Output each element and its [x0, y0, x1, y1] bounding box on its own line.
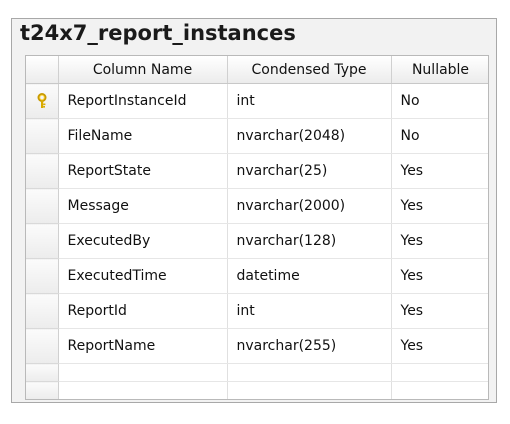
- nullable-cell[interactable]: Yes: [391, 293, 488, 329]
- columns-table: Column Name Condensed Type Nullable Repo…: [26, 56, 488, 399]
- empty-cell[interactable]: [391, 381, 488, 399]
- column-name-cell[interactable]: ExecutedTime: [58, 258, 228, 294]
- table-row[interactable]: ReportInstanceId int No: [26, 83, 488, 119]
- column-name-cell[interactable]: ReportId: [58, 293, 228, 329]
- diagram-canvas: t24x7_report_instances Column Name Conde…: [0, 0, 510, 424]
- type-cell[interactable]: datetime: [227, 258, 392, 294]
- row-selector[interactable]: [26, 258, 59, 294]
- table-title: t24x7_report_instances: [20, 21, 296, 45]
- row-selector[interactable]: [26, 328, 59, 364]
- empty-cell[interactable]: [58, 363, 228, 382]
- nullable-cell[interactable]: Yes: [391, 258, 488, 294]
- row-selector[interactable]: [26, 118, 59, 154]
- table-row[interactable]: FileName nvarchar(2048) No: [26, 118, 488, 154]
- row-selector[interactable]: [26, 83, 59, 119]
- header-row: Column Name Condensed Type Nullable: [26, 56, 488, 84]
- nullable-cell[interactable]: Yes: [391, 223, 488, 259]
- empty-cell[interactable]: [58, 381, 228, 399]
- column-name-cell[interactable]: ReportInstanceId: [58, 83, 228, 119]
- empty-row[interactable]: [26, 381, 488, 399]
- empty-cell[interactable]: [227, 381, 392, 399]
- type-cell[interactable]: nvarchar(128): [227, 223, 392, 259]
- column-name-cell[interactable]: Message: [58, 188, 228, 224]
- column-name-header[interactable]: Column Name: [58, 56, 228, 84]
- column-name-cell[interactable]: ReportName: [58, 328, 228, 364]
- table-row[interactable]: ReportId int Yes: [26, 293, 488, 329]
- row-selector[interactable]: [26, 223, 59, 259]
- row-selector[interactable]: [26, 153, 59, 189]
- type-cell[interactable]: nvarchar(255): [227, 328, 392, 364]
- nullable-header[interactable]: Nullable: [391, 56, 488, 84]
- table-row[interactable]: ExecutedBy nvarchar(128) Yes: [26, 223, 488, 259]
- type-cell[interactable]: int: [227, 83, 392, 119]
- row-selector[interactable]: [26, 363, 59, 382]
- nullable-cell[interactable]: Yes: [391, 153, 488, 189]
- nullable-cell[interactable]: No: [391, 83, 488, 119]
- key-icon: [37, 93, 47, 108]
- column-name-cell[interactable]: FileName: [58, 118, 228, 154]
- row-selector-header[interactable]: [26, 56, 59, 84]
- nullable-cell[interactable]: No: [391, 118, 488, 154]
- row-selector[interactable]: [26, 381, 59, 399]
- table-row[interactable]: ReportState nvarchar(25) Yes: [26, 153, 488, 189]
- type-cell[interactable]: int: [227, 293, 392, 329]
- empty-cell[interactable]: [391, 363, 488, 382]
- table-diagram-box[interactable]: t24x7_report_instances Column Name Conde…: [11, 18, 497, 403]
- nullable-cell[interactable]: Yes: [391, 188, 488, 224]
- column-name-cell[interactable]: ReportState: [58, 153, 228, 189]
- type-cell[interactable]: nvarchar(2048): [227, 118, 392, 154]
- condensed-type-header[interactable]: Condensed Type: [227, 56, 392, 84]
- empty-cell[interactable]: [227, 363, 392, 382]
- row-selector[interactable]: [26, 188, 59, 224]
- column-name-cell[interactable]: ExecutedBy: [58, 223, 228, 259]
- type-cell[interactable]: nvarchar(2000): [227, 188, 392, 224]
- empty-row[interactable]: [26, 363, 488, 382]
- table-row[interactable]: Message nvarchar(2000) Yes: [26, 188, 488, 224]
- type-cell[interactable]: nvarchar(25): [227, 153, 392, 189]
- nullable-cell[interactable]: Yes: [391, 328, 488, 364]
- table-row[interactable]: ReportName nvarchar(255) Yes: [26, 328, 488, 364]
- table-row[interactable]: ExecutedTime datetime Yes: [26, 258, 488, 294]
- column-grid[interactable]: Column Name Condensed Type Nullable Repo…: [25, 55, 489, 400]
- row-selector[interactable]: [26, 293, 59, 329]
